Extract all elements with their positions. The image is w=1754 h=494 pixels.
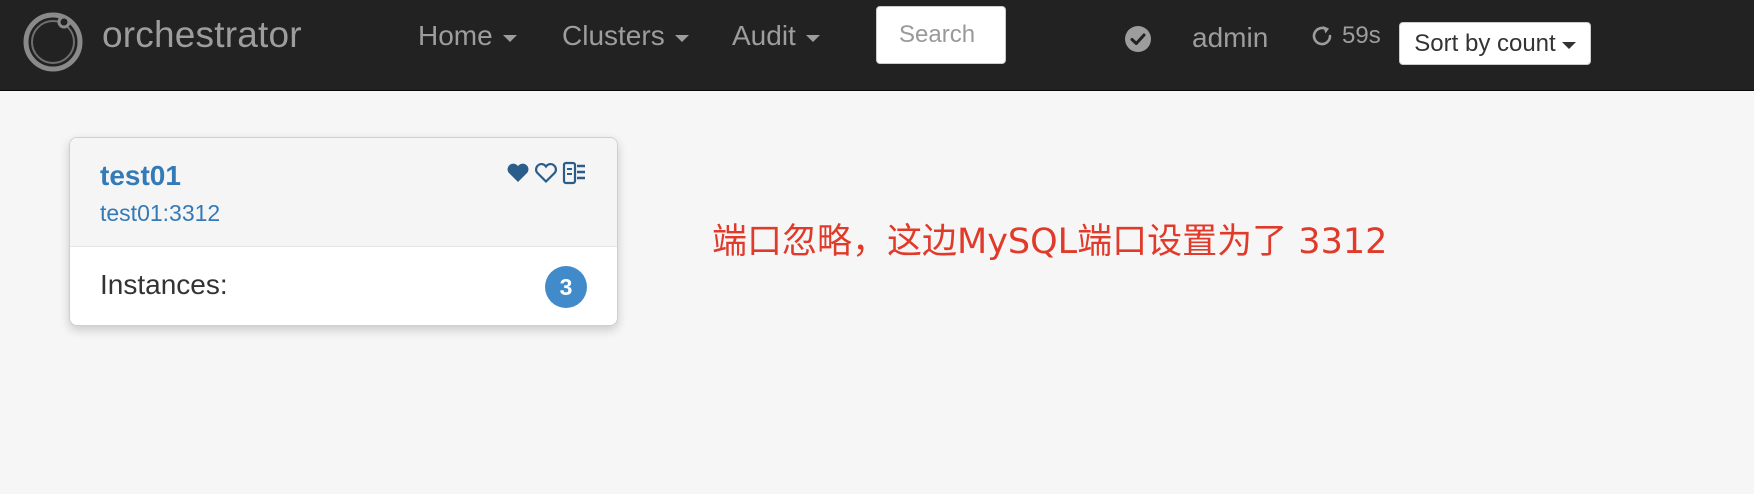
cluster-card-icons xyxy=(505,160,587,186)
brand-name: orchestrator xyxy=(102,14,302,55)
refresh-countdown-value: 59s xyxy=(1342,22,1381,49)
nav-audit-label: Audit xyxy=(732,20,796,51)
instances-count-badge: 3 xyxy=(545,266,587,308)
chevron-down-icon xyxy=(805,34,820,42)
sort-dropdown-button[interactable]: Sort by count xyxy=(1399,22,1591,65)
cluster-name-link[interactable]: test01 xyxy=(100,160,181,192)
refresh-icon xyxy=(1312,26,1332,46)
nav-home-label: Home xyxy=(418,20,493,51)
search-input[interactable] xyxy=(876,6,1006,64)
cluster-card-header: test01 test01:3312 xyxy=(70,138,617,247)
top-navbar: orchestrator Home Clusters Audit admin 5… xyxy=(0,0,1754,91)
nav-audit[interactable]: Audit xyxy=(732,20,820,52)
orchestrator-logo-icon xyxy=(23,12,83,72)
refresh-countdown[interactable]: 59s xyxy=(1308,22,1381,50)
nav-home[interactable]: Home xyxy=(418,20,517,52)
heart-outline-icon[interactable] xyxy=(533,160,559,186)
instances-label: Instances: xyxy=(100,269,228,300)
cluster-card: test01 test01:3312 Instances: 3 xyxy=(69,137,618,326)
chevron-down-icon xyxy=(502,34,517,42)
sort-label: Sort by count xyxy=(1414,29,1556,57)
heart-filled-icon[interactable] xyxy=(505,160,531,186)
annotation-text: 端口忽略，这边MySQL端口设置为了 3312 xyxy=(712,222,1388,262)
nav-clusters[interactable]: Clusters xyxy=(562,20,689,52)
nav-clusters-label: Clusters xyxy=(562,20,665,51)
brand[interactable]: orchestrator xyxy=(20,6,302,76)
chevron-down-icon xyxy=(1561,42,1576,49)
chevron-down-icon xyxy=(674,34,689,42)
user-menu[interactable]: admin xyxy=(1192,22,1268,54)
cluster-alias-link[interactable]: test01:3312 xyxy=(100,200,220,227)
server-icon[interactable] xyxy=(561,160,587,186)
cluster-card-body: Instances: xyxy=(70,247,617,325)
check-circle-icon[interactable] xyxy=(1124,25,1152,53)
